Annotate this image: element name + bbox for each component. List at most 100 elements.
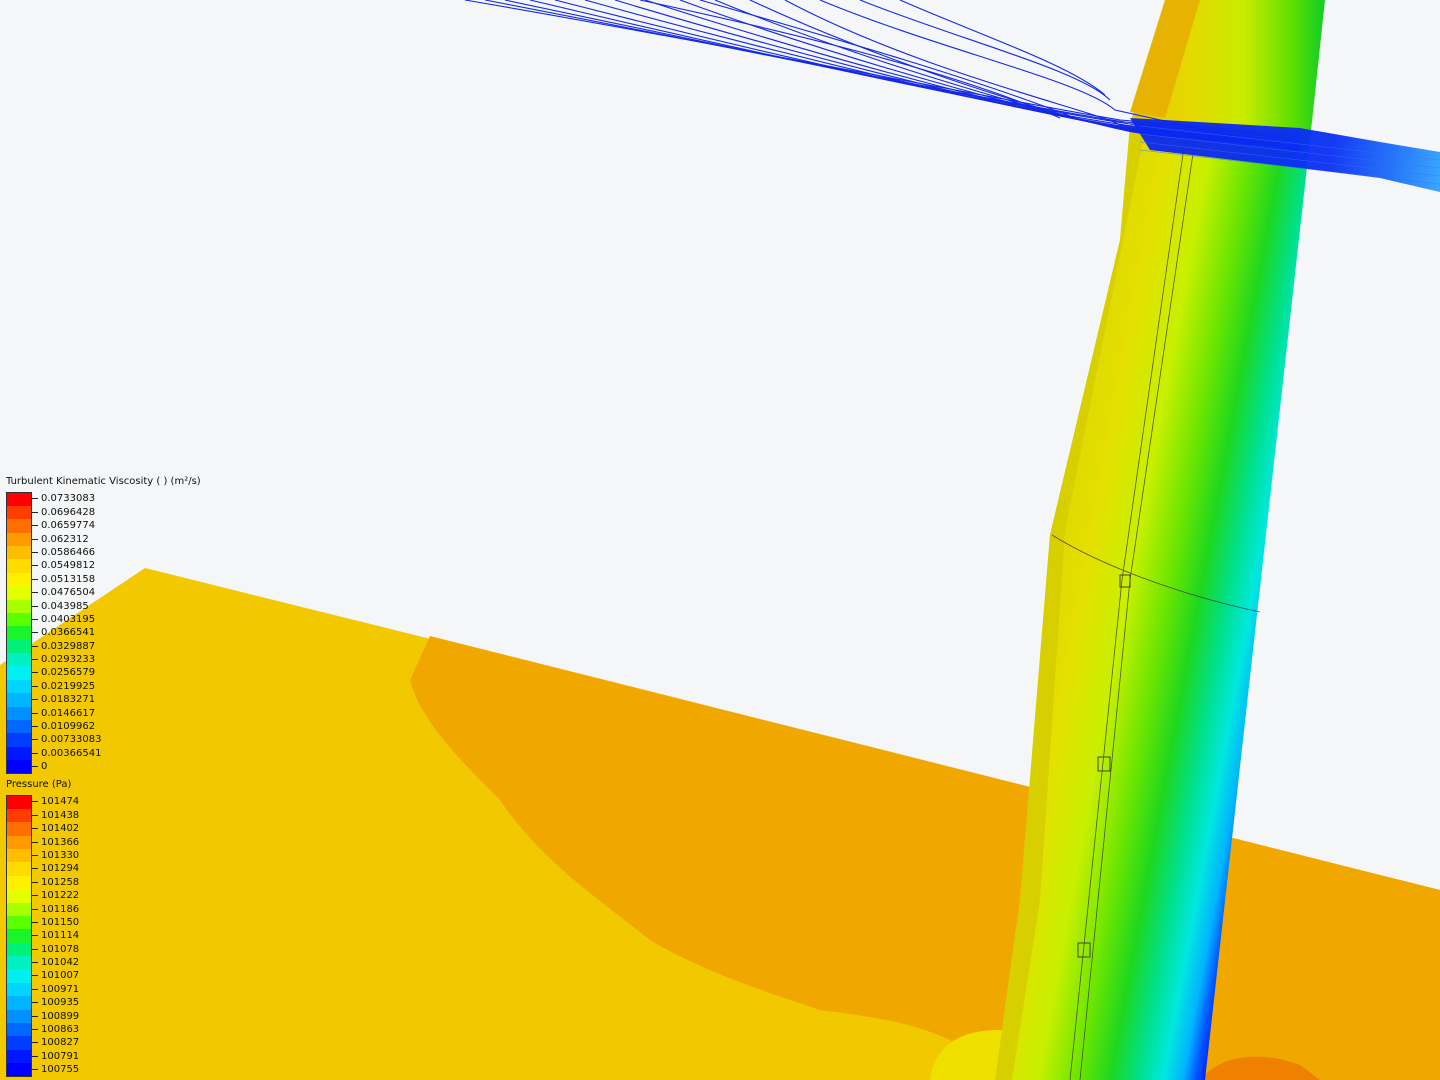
pressure-legend-tick <box>32 1015 38 1017</box>
viscosity-legend-label: 0.0329887 <box>41 640 96 652</box>
pressure-legend-tick <box>32 1029 38 1031</box>
pressure-legend-row: 100863 <box>6 1023 79 1037</box>
viscosity-legend-label: 0.0659774 <box>41 520 96 532</box>
viscosity-legend-row: 0.0109962 <box>6 720 201 734</box>
pressure-legend-label: 100935 <box>41 997 80 1009</box>
viscosity-legend-swatch <box>6 639 32 654</box>
viscosity-legend-label: 0.0403195 <box>41 613 96 625</box>
pressure-legend-row: 101114 <box>6 929 79 943</box>
viscosity-legend-row: 0.00366541 <box>6 746 201 761</box>
viscosity-legend-row: 0.0329887 <box>6 639 201 654</box>
viscosity-legend-tick <box>32 752 38 754</box>
pressure-legend-tick <box>32 1002 38 1004</box>
pressure-legend-row: 101042 <box>6 956 79 970</box>
viscosity-legend-label: 0.0293233 <box>41 654 96 666</box>
pressure-legend-tick <box>32 895 38 897</box>
viscosity-legend-row: 0.00733083 <box>6 733 201 747</box>
viscosity-legend-tick <box>32 659 38 661</box>
viscosity-legend-swatch <box>6 492 32 506</box>
pressure-legend-tick <box>32 814 38 816</box>
pressure-legend-swatch <box>6 915 32 930</box>
viscosity-legend-label: 0.0696428 <box>41 506 96 518</box>
pressure-legend-swatch <box>6 889 32 903</box>
viscosity-legend-row: 0.0696428 <box>6 505 201 520</box>
viscosity-legend-row: 0.043985 <box>6 599 201 613</box>
pressure-legend-tick <box>32 881 38 883</box>
viscosity-legend-swatch <box>6 666 32 680</box>
viscosity-legend-label: 0.0476504 <box>41 587 96 599</box>
pressure-legend-row: 100899 <box>6 1009 79 1024</box>
viscosity-legend-row: 0.0366541 <box>6 626 201 640</box>
pressure-legend-tick <box>32 908 38 910</box>
pressure-legend-label: 100755 <box>41 1064 80 1076</box>
viscosity-legend-title: Turbulent Kinematic Viscosity ( ) (m²/s) <box>6 476 201 487</box>
pressure-legend-label: 101078 <box>41 943 80 955</box>
viscosity-legend-row: 0.0586466 <box>6 545 201 560</box>
pressure-legend-label: 101258 <box>41 876 80 888</box>
viscosity-legend-row: 0.0256579 <box>6 666 201 680</box>
viscosity-legend-swatch <box>6 653 32 667</box>
pressure-legend-swatch <box>6 835 32 849</box>
viscosity-legend-row: 0.0476504 <box>6 586 201 600</box>
viscosity-legend-label: 0.00366541 <box>41 747 102 759</box>
pressure-legend-label: 100863 <box>41 1024 80 1036</box>
pressure-legend-swatch <box>6 822 32 836</box>
pressure-legend-label: 101186 <box>41 903 80 915</box>
pressure-legend-row: 101258 <box>6 875 79 890</box>
viscosity-legend-label: 0.0733083 <box>41 493 96 505</box>
pressure-legend-title: Pressure (Pa) <box>6 779 72 790</box>
viscosity-legend-row: 0.0219925 <box>6 679 201 694</box>
pressure-legend-row: 100935 <box>6 996 79 1010</box>
pressure-legend-swatch <box>6 848 32 863</box>
viscosity-legend-swatch <box>6 599 32 613</box>
pressure-legend-label: 101330 <box>41 849 80 861</box>
viscosity-legend-row: 0.0183271 <box>6 693 201 707</box>
viscosity-legend-label: 0.0586466 <box>41 546 96 558</box>
pressure-legend-label: 101042 <box>41 957 80 969</box>
pressure-legend-label: 100791 <box>41 1050 80 1062</box>
pressure-legend-row: 100827 <box>6 1036 79 1050</box>
pressure-legend-tick <box>32 975 38 977</box>
viscosity-legend-label: 0.062312 <box>41 533 89 545</box>
viscosity-legend-tick <box>32 699 38 701</box>
viscosity-legend-label: 0.043985 <box>41 600 89 612</box>
simulation-viewport[interactable] <box>0 0 1440 1080</box>
pressure-legend-row: 101366 <box>6 835 79 849</box>
pressure-legend-label: 100827 <box>41 1037 80 1049</box>
pressure-legend-label: 101402 <box>41 823 80 835</box>
viscosity-legend-tick <box>32 685 38 687</box>
viscosity-legend-swatch <box>6 532 32 546</box>
pressure-legend-swatch <box>6 982 32 997</box>
viscosity-legend-swatch <box>6 505 32 520</box>
viscosity-legend-label: 0.0109962 <box>41 721 96 733</box>
pressure-legend-swatch <box>6 956 32 970</box>
viscosity-legend-swatch <box>6 586 32 600</box>
pressure-legend-label: 101150 <box>41 916 80 928</box>
viscosity-legend-label: 0.0513158 <box>41 573 96 585</box>
viscosity-legend-tick <box>32 498 38 500</box>
viscosity-legend-tick <box>32 672 38 674</box>
pressure-legend-row: 101150 <box>6 915 79 930</box>
pressure-legend-row: 101294 <box>6 862 79 876</box>
viscosity-legend-tick <box>32 525 38 527</box>
viscosity-legend-tick <box>32 726 38 728</box>
viscosity-legend-row: 0.0733083 <box>6 492 201 506</box>
pressure-legend-swatch <box>6 1036 32 1050</box>
pressure-legend-row: 101402 <box>6 822 79 836</box>
pressure-legend-tick <box>32 935 38 937</box>
pressure-legend-row: 101007 <box>6 969 79 983</box>
viscosity-legend-swatch <box>6 693 32 707</box>
viscosity-legend-tick <box>32 538 38 540</box>
viscosity-legend-tick <box>32 739 38 741</box>
viscosity-legend-swatch <box>6 559 32 573</box>
viscosity-legend-row: 0.0549812 <box>6 559 201 573</box>
pressure-legend-tick <box>32 1042 38 1044</box>
pressure-legend-swatch <box>6 795 32 809</box>
pressure-legend-tick <box>32 921 38 923</box>
pressure-legend-swatch <box>6 902 32 916</box>
pressure-legend-swatch <box>6 996 32 1010</box>
pressure-legend-row: 100755 <box>6 1063 79 1077</box>
viscosity-legend-tick <box>32 605 38 607</box>
pressure-legend: Pressure (Pa) 101474 101438 101402 101366 10… <box>6 778 79 1077</box>
pressure-legend-label: 100971 <box>41 983 80 995</box>
